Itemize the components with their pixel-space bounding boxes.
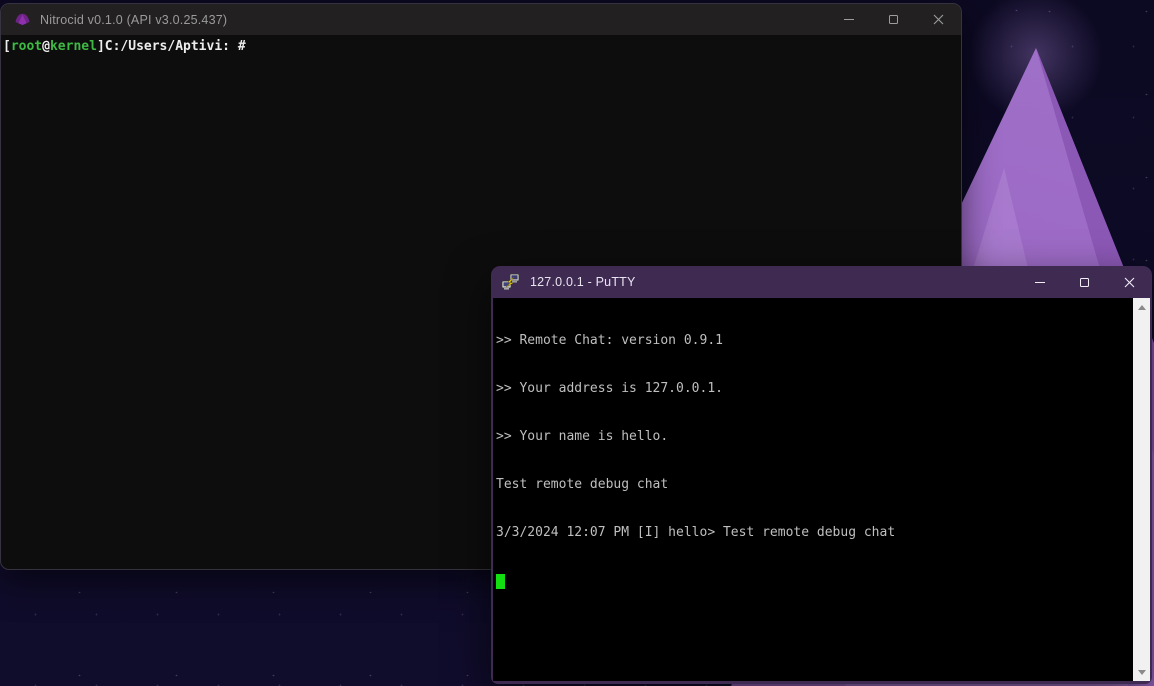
putty-content: >> Remote Chat: version 0.9.1 >> Your ad… (493, 298, 1150, 681)
terminal-line: >> Remote Chat: version 0.9.1 (496, 333, 1133, 349)
nitrocid-terminal[interactable]: [root@kernel]C:/Users/Aptivi: # (1, 35, 961, 59)
minimize-icon (1035, 282, 1045, 283)
terminal-cursor (496, 574, 505, 589)
close-icon (933, 14, 944, 25)
maximize-icon (1080, 278, 1089, 287)
prompt-path: ]C:/Users/Aptivi: # (97, 39, 246, 54)
nitrocid-titlebar[interactable]: Nitrocid v0.1.0 (API v3.0.25.437) (1, 4, 961, 35)
scroll-down-button[interactable] (1133, 664, 1150, 680)
prompt-bracket-open: [ (3, 39, 11, 54)
terminal-line: 3/3/2024 12:07 PM [I] hello> Test remote… (496, 525, 1133, 541)
scroll-up-icon (1138, 305, 1146, 310)
scroll-down-icon (1138, 670, 1146, 675)
putty-window-controls (1017, 266, 1152, 298)
minimize-icon (844, 19, 854, 20)
close-icon (1124, 277, 1135, 288)
putty-terminal[interactable]: >> Remote Chat: version 0.9.1 >> Your ad… (493, 298, 1133, 681)
terminal-line: Test remote debug chat (496, 477, 1133, 493)
nitrocid-window-controls (826, 4, 961, 35)
prompt-at: @ (42, 39, 50, 54)
prompt-user: root (11, 39, 42, 54)
prompt-line: [root@kernel]C:/Users/Aptivi: # (3, 39, 246, 54)
minimize-button[interactable] (826, 4, 871, 35)
nitrocid-window-title: Nitrocid v0.1.0 (API v3.0.25.437) (40, 13, 227, 27)
putty-logo-icon (501, 273, 521, 291)
maximize-button[interactable] (871, 4, 916, 35)
putty-window-title: 127.0.0.1 - PuTTY (530, 275, 636, 289)
maximize-button[interactable] (1062, 266, 1107, 298)
nitrocid-logo-icon (15, 13, 30, 26)
close-button[interactable] (916, 4, 961, 35)
putty-window: 127.0.0.1 - PuTTY >> Remote Chat: versio… (491, 266, 1152, 684)
close-button[interactable] (1107, 266, 1152, 298)
maximize-icon (889, 15, 898, 24)
scrollbar[interactable] (1133, 298, 1150, 681)
minimize-button[interactable] (1017, 266, 1062, 298)
terminal-line: >> Your address is 127.0.0.1. (496, 381, 1133, 397)
terminal-line: >> Your name is hello. (496, 429, 1133, 445)
prompt-host: kernel (50, 39, 97, 54)
putty-titlebar[interactable]: 127.0.0.1 - PuTTY (491, 266, 1152, 298)
scroll-up-button[interactable] (1133, 299, 1150, 315)
